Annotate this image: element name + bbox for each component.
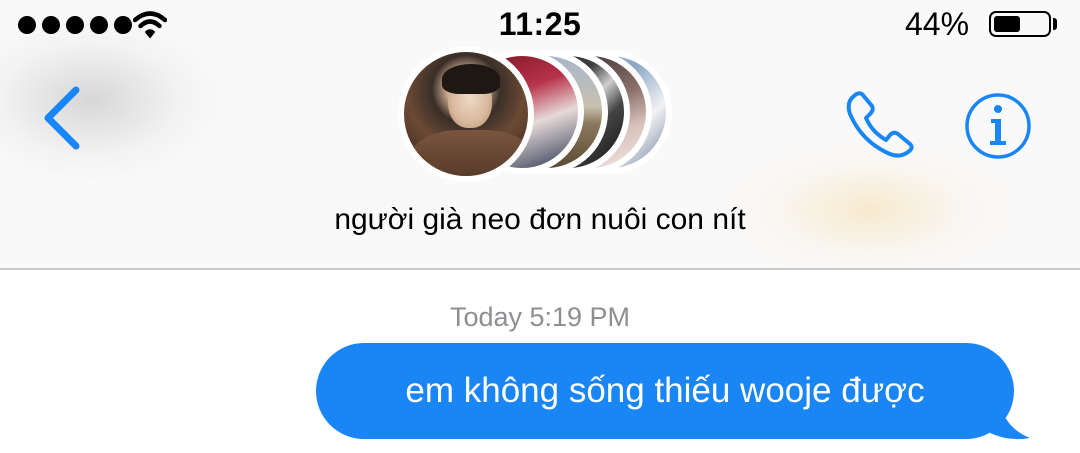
battery-level-fill [994,16,1020,32]
message-text: em không sống thiếu wooje được [405,371,925,410]
group-avatar-stack[interactable] [398,46,688,186]
call-button[interactable] [842,88,918,160]
info-button[interactable] [962,90,1034,162]
message-bubble-tail [980,398,1030,440]
participant-avatar-primary [398,46,534,182]
info-circle-icon [965,93,1031,159]
chevron-left-icon [44,86,80,150]
conversation-header: 11:25 44% người già neo đơn nuôi con nít [0,0,1080,269]
header-divider [0,268,1080,270]
battery-tip [1053,18,1057,30]
phone-icon [846,91,914,158]
header-background-blur [0,20,220,180]
outgoing-message-bubble[interactable]: em không sống thiếu wooje được [316,343,1014,439]
message-timestamp: Today 5:19 PM [449,302,631,332]
battery-icon [989,11,1051,37]
back-button[interactable] [38,82,86,154]
battery-percentage: 44% [905,6,970,42]
group-name[interactable]: người già neo đơn nuôi con nít [0,203,1080,237]
